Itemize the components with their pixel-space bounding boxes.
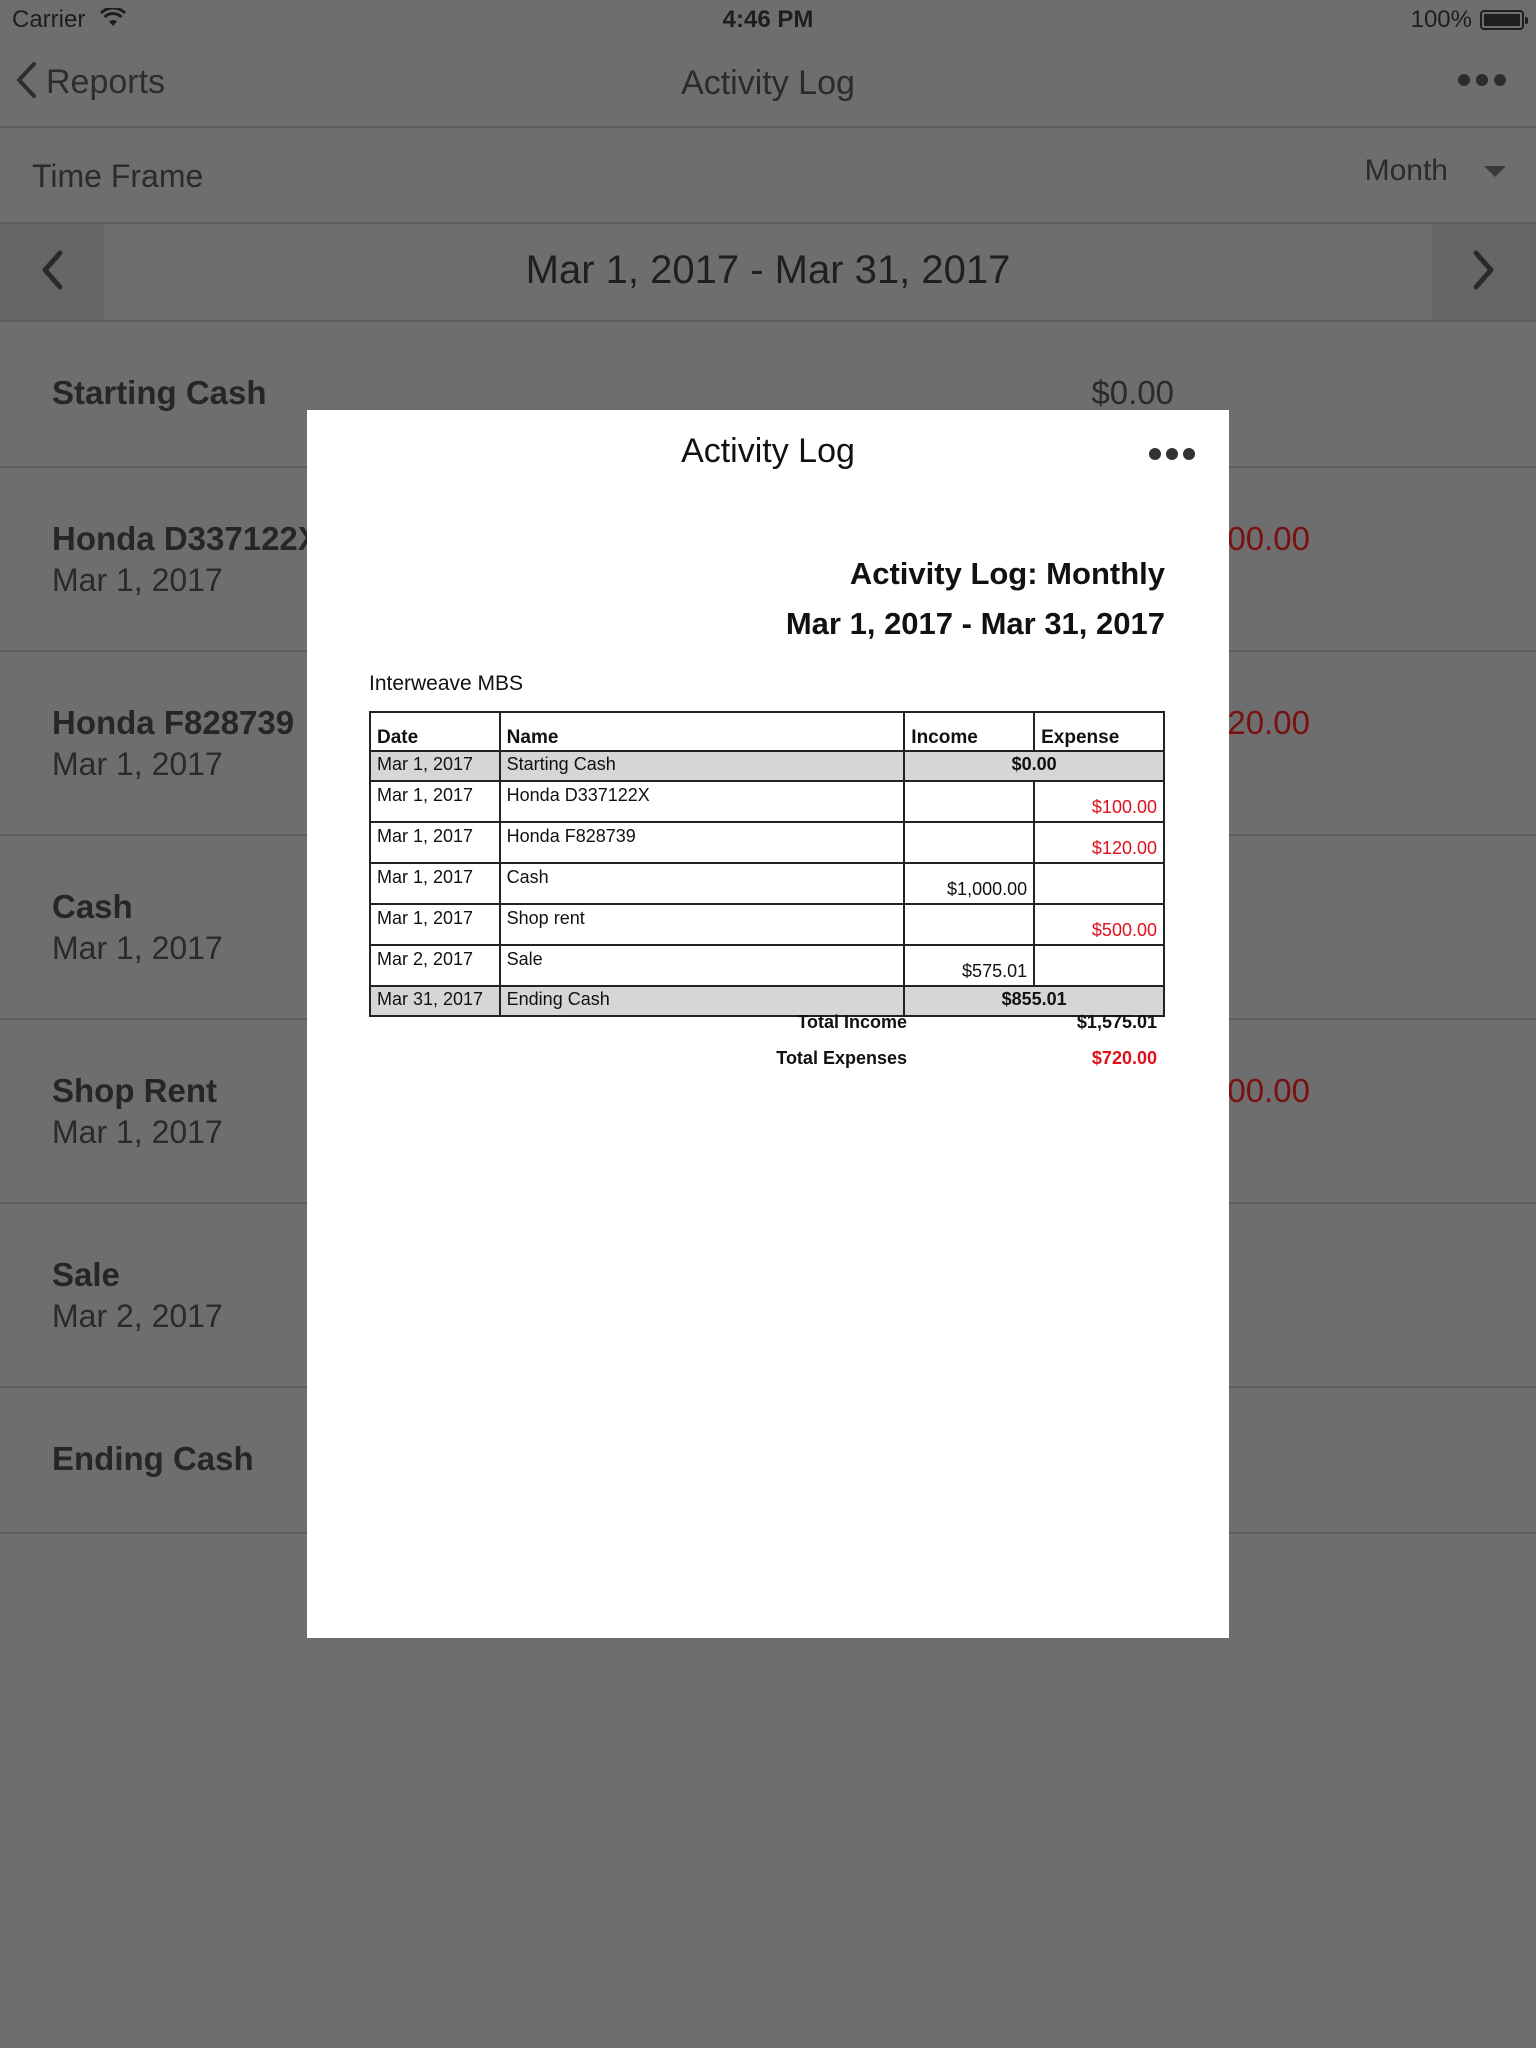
- cell-name: Honda D337122X: [498, 780, 906, 823]
- cell-income: [903, 780, 1036, 823]
- total-expenses-label: Total Expenses: [776, 1048, 907, 1068]
- table-row: Mar 1, 2017 Honda D337122X $100.00: [369, 780, 1165, 823]
- cell-date: Mar 1, 2017: [369, 750, 501, 782]
- time-frame-row: Time Frame Month: [0, 128, 1536, 224]
- list-item-date: Mar 2, 2017: [52, 1298, 223, 1334]
- column-header-name: Name: [498, 711, 906, 752]
- cell-expense: $100.00: [1033, 780, 1165, 823]
- cell-name: Shop rent: [498, 903, 906, 946]
- list-item-name: Starting Cash: [52, 374, 267, 411]
- list-item-name: Cash: [52, 888, 133, 925]
- table-row: Mar 1, 2017 Shop rent $500.00: [369, 903, 1165, 946]
- list-item-name: Sale: [52, 1256, 120, 1293]
- company-name: Interweave MBS: [369, 672, 524, 695]
- cell-date: Mar 1, 2017: [369, 821, 501, 864]
- next-period-button[interactable]: [1432, 224, 1536, 320]
- list-item-date: Mar 1, 2017: [52, 746, 223, 782]
- time-frame-dropdown[interactable]: Month: [1365, 154, 1506, 188]
- chevron-right-icon: [1471, 248, 1497, 297]
- table-row: Mar 1, 2017 Honda F828739 $120.00: [369, 821, 1165, 864]
- cell-expense: $120.00: [1033, 821, 1165, 864]
- cell-income: $575.01: [903, 944, 1036, 987]
- table-row: Mar 1, 2017 Cash $1,000.00: [369, 862, 1165, 905]
- column-header-expense: Expense: [1033, 711, 1165, 752]
- cell-expense: [1033, 862, 1165, 905]
- list-item-date: Mar 1, 2017: [52, 930, 223, 966]
- table-header-row: Date Name Income Expense: [369, 711, 1165, 752]
- date-navigator: Mar 1, 2017 - Mar 31, 2017: [0, 224, 1536, 322]
- list-item-amount: 00.00: [1227, 1072, 1310, 1109]
- table-row: Mar 1, 2017 Starting Cash $0.00: [369, 750, 1165, 782]
- report-date-range: Mar 1, 2017 - Mar 31, 2017: [785, 606, 1165, 641]
- report-preview-modal: Activity Log Activity Log: Monthly Mar 1…: [307, 410, 1229, 1638]
- page-title: Activity Log: [681, 64, 855, 102]
- list-item-name: Honda F828739: [52, 704, 295, 741]
- cell-name: Honda F828739: [498, 821, 906, 864]
- time-frame-label: Time Frame: [32, 158, 204, 194]
- list-item-amount: $0.00: [1091, 374, 1174, 411]
- total-income-row: Total Income $1,575.01: [307, 1012, 1229, 1038]
- battery-percentage: 100%: [1410, 6, 1472, 33]
- list-item-amount: 20.00: [1227, 704, 1310, 741]
- cell-name: Cash: [498, 862, 906, 905]
- report-title: Activity Log: Monthly: [849, 556, 1165, 591]
- cell-expense: [1033, 944, 1165, 987]
- clock: 4:46 PM: [722, 6, 814, 33]
- list-item-amount: 00.00: [1227, 520, 1310, 557]
- time-frame-value: Month: [1364, 154, 1448, 187]
- table-row: Mar 2, 2017 Sale $575.01: [369, 944, 1165, 987]
- list-item-name: Honda D337122X: [52, 520, 320, 557]
- cell-name: Sale: [498, 944, 906, 987]
- cell-expense: $500.00: [1033, 903, 1165, 946]
- total-expenses-value: $720.00: [1091, 1048, 1157, 1068]
- cell-income: [903, 903, 1036, 946]
- total-income-label: Total Income: [797, 1012, 907, 1032]
- date-range-label: Mar 1, 2017 - Mar 31, 2017: [525, 248, 1011, 292]
- list-item-name: Ending Cash: [52, 1440, 254, 1477]
- more-options-icon[interactable]: [1149, 448, 1195, 460]
- cell-date: Mar 1, 2017: [369, 903, 501, 946]
- list-item-name: Shop Rent: [52, 1072, 217, 1109]
- dropdown-caret-icon: [1484, 165, 1506, 177]
- cell-name: Starting Cash: [498, 750, 906, 782]
- battery-icon: [1480, 10, 1528, 30]
- column-header-income: Income: [903, 711, 1036, 752]
- cell-amount: $0.00: [903, 750, 1165, 782]
- status-bar: Carrier 4:46 PM 100%: [0, 0, 1536, 40]
- cell-date: Mar 1, 2017: [369, 862, 501, 905]
- column-header-date: Date: [369, 711, 501, 752]
- list-item-date: Mar 1, 2017: [52, 562, 223, 598]
- navigation-bar: Reports Activity Log: [0, 40, 1536, 128]
- more-options-icon[interactable]: [1458, 74, 1506, 86]
- cell-income: $1,000.00: [903, 862, 1036, 905]
- cell-date: Mar 2, 2017: [369, 944, 501, 987]
- total-income-value: $1,575.01: [1076, 1012, 1157, 1032]
- total-expenses-row: Total Expenses $720.00: [307, 1048, 1229, 1074]
- modal-title: Activity Log: [681, 432, 855, 470]
- report-table: Date Name Income Expense Mar 1, 2017 Sta…: [369, 711, 1165, 1017]
- cell-date: Mar 1, 2017: [369, 780, 501, 823]
- cell-income: [903, 821, 1036, 864]
- list-item-date: Mar 1, 2017: [52, 1114, 223, 1150]
